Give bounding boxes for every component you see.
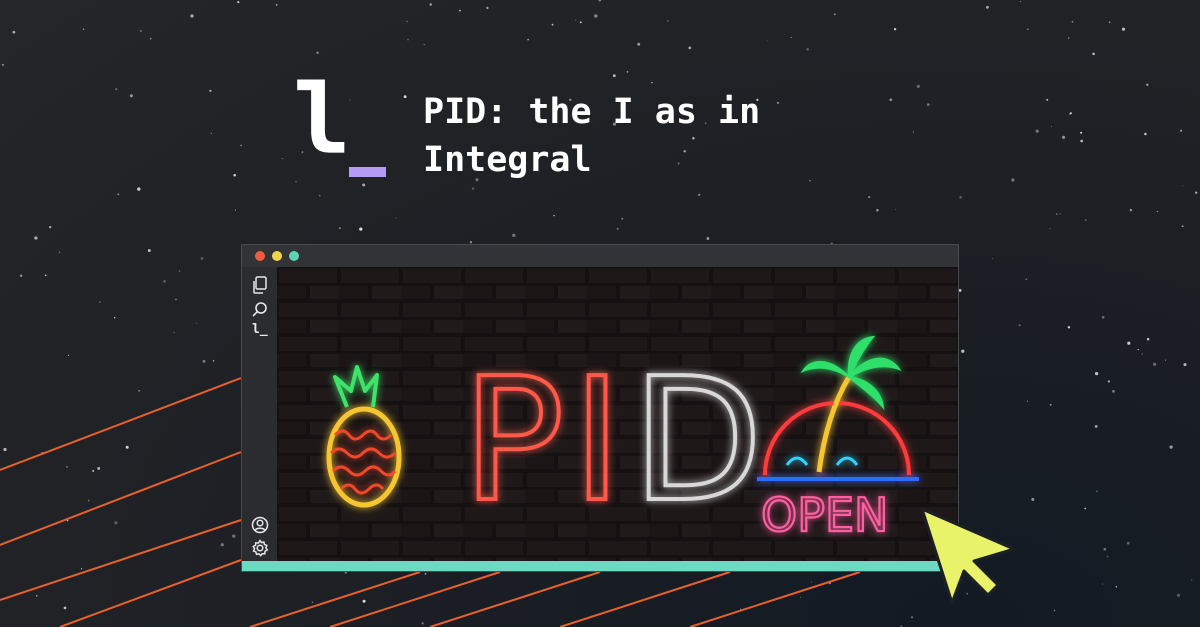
activity-sidebar: l_ [242,267,277,563]
editor-window: l_ P I D OPEN [241,244,959,572]
neon-letter-i: I [572,342,622,540]
progress-bar [242,561,958,571]
maximize-window-button[interactable] [289,251,299,261]
search-icon[interactable] [250,300,270,320]
account-icon[interactable] [250,515,270,535]
neon-letter-d: D [632,342,763,540]
minimize-window-button[interactable] [272,251,282,261]
logo-glyph: l [293,64,351,176]
logo-underscore-bar [349,167,386,177]
neon-letter-p: P [462,342,565,540]
cursor-arrow-icon [920,507,1016,605]
neon-open-text: OPEN [761,488,888,542]
files-icon[interactable] [250,275,270,295]
brand-logo: l [293,72,393,182]
neon-sign-image: P I D OPEN [277,267,958,563]
window-titlebar [242,245,958,267]
close-window-button[interactable] [255,251,265,261]
logo-icon[interactable]: l_ [252,323,268,336]
page-title: PID: the I as in Integral [423,92,761,180]
settings-icon[interactable] [250,538,270,558]
